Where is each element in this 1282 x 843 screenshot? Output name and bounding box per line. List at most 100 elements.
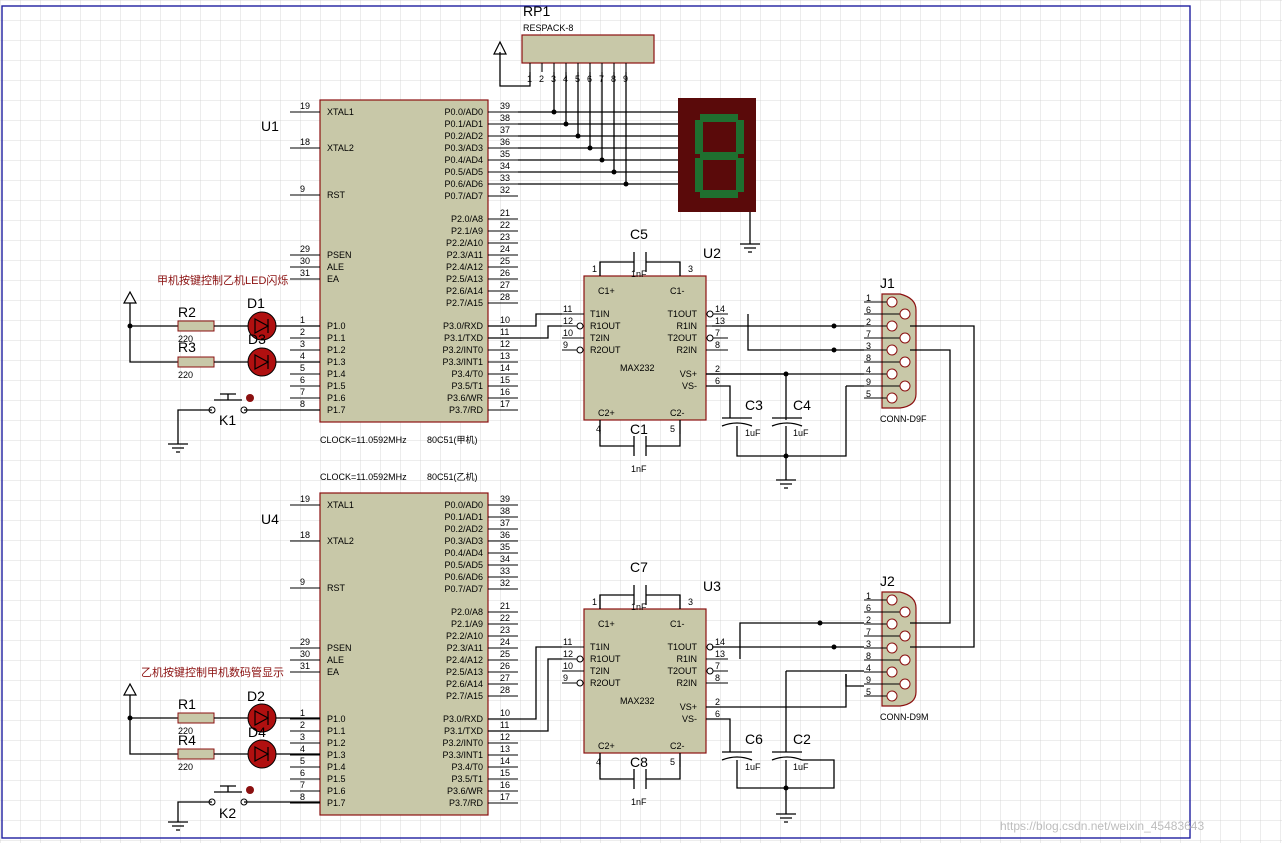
max232-pin-name: C1- (670, 286, 685, 296)
mcu-pin-name: P1.1 (327, 726, 346, 736)
mcu-pin-number: 29 (300, 244, 310, 254)
resistor-r1[interactable] (177, 712, 215, 724)
microcontroller-u4[interactable]: U4 19 XTAL1 18 XTAL2 9 RST 29 PSEN 30 ALE 31 EA 1 P1.0… (261, 492, 518, 816)
junction-dot (783, 785, 789, 791)
inverter-bubble-icon (706, 667, 714, 675)
junction-dot (563, 121, 569, 127)
c3-ref: C3 (745, 397, 763, 413)
max232-pin-number: 8 (715, 673, 720, 683)
mcu-pin-name: XTAL2 (327, 143, 354, 153)
db9-pin-icon (899, 678, 911, 690)
max232-pin-name: C2+ (598, 741, 615, 751)
mcu-pin-number: 5 (300, 363, 305, 373)
led-d3[interactable] (247, 347, 277, 377)
mcu-pin-name: P2.5/A13 (446, 274, 483, 284)
mcu-pin-name: P1.4 (327, 369, 346, 379)
u4-clock: CLOCK=11.0592MHz (320, 472, 407, 482)
mcu-pin-name: P1.1 (327, 333, 346, 343)
mcu-pin-number: 16 (500, 780, 510, 790)
max232-pin-name: VS- (682, 381, 697, 391)
resistor-r3[interactable] (177, 356, 215, 368)
mcu-pin-number: 2 (300, 327, 305, 337)
db9-pin-number: 5 (866, 687, 871, 697)
mcu-pin-name: P3.4/T0 (451, 762, 483, 772)
mcu-pin-name: P1.0 (327, 321, 346, 331)
db9-pin-icon (899, 654, 911, 666)
max232-name: MAX232 (620, 363, 655, 373)
mcu-pin-number: 26 (500, 661, 510, 671)
mcu-pin-name: P0.3/AD3 (444, 536, 483, 546)
r3-value: 220 (178, 370, 193, 380)
db9-pin-number: 2 (866, 317, 871, 327)
mcu-pin-name: EA (327, 667, 339, 677)
db9-pin-icon (899, 332, 911, 344)
mcu-pin-name: PSEN (327, 643, 352, 653)
d4-ref: D4 (248, 724, 266, 740)
mcu-pin-number: 34 (500, 161, 510, 171)
d3-ref: D3 (248, 331, 266, 347)
mcu-pin-name: P0.7/AD7 (444, 584, 483, 594)
junction-dot (599, 157, 605, 163)
mcu-pin-number: 25 (500, 256, 510, 266)
mcu-pin-name: P1.3 (327, 357, 346, 367)
max232-pin-number: 14 (715, 304, 725, 314)
max232-pin-number: 1 (592, 597, 597, 607)
mcu-pin-number: 39 (500, 101, 510, 111)
junction-dot (831, 347, 837, 353)
mcu-pin-number: 6 (300, 375, 305, 385)
max232-pin-name: T1OUT (667, 642, 697, 652)
mcu-pin-number: 22 (500, 220, 510, 230)
mcu-pin-number: 7 (300, 780, 305, 790)
mcu-pin-number: 2 (300, 720, 305, 730)
mcu-pin-number: 30 (300, 256, 310, 266)
mcu-pin-number: 30 (300, 649, 310, 659)
mcu-pin-name: P3.2/INT0 (442, 345, 483, 355)
mcu-pin-number: 33 (500, 173, 510, 183)
junction-dot (831, 644, 837, 650)
rp1-type: RESPACK-8 (523, 23, 573, 33)
max232-pin-number: 10 (563, 328, 573, 338)
mcu-pin-number: 23 (500, 232, 510, 242)
mcu-pin-number: 37 (500, 125, 510, 135)
mcu-pin-number: 29 (300, 637, 310, 647)
r1-ref: R1 (178, 696, 196, 712)
db9-pin-icon (886, 690, 898, 702)
d2-ref: D2 (247, 688, 265, 704)
c4-value: 1uF (793, 428, 809, 438)
resistor-r2[interactable] (177, 320, 215, 332)
mcu-pin-name: P3.3/INT1 (442, 750, 483, 760)
db9-pin-number: 4 (866, 663, 871, 673)
db9-pin-icon (886, 618, 898, 630)
mcu-pin-name: P0.1/AD1 (444, 119, 483, 129)
mcu-pin-name: P2.7/A15 (446, 691, 483, 701)
max232-ref: U2 (703, 245, 721, 261)
resistor-r4[interactable] (177, 748, 215, 760)
max232-pin-name: T2OUT (667, 333, 697, 343)
max232-pin-number: 3 (688, 597, 693, 607)
mcu-pin-name: P1.6 (327, 786, 346, 796)
mcu-pin-number: 13 (500, 351, 510, 361)
mcu-pin-number: 37 (500, 518, 510, 528)
mcu-pin-number: 32 (500, 185, 510, 195)
u4-part: 80C51(乙机) (427, 471, 478, 482)
db9-pin-number: 7 (866, 627, 871, 637)
microcontroller-u1[interactable]: U1 19 XTAL1 18 XTAL2 9 RST 29 PSEN 30 ALE 31 EA 1 P1.0… (261, 99, 518, 423)
r2-ref: R2 (178, 304, 196, 320)
junction-dot (587, 145, 593, 151)
rp1-body (521, 34, 655, 64)
max232-pin-number: 6 (715, 376, 720, 386)
c2-ref: C2 (793, 731, 811, 747)
max232-pin-name: T2OUT (667, 666, 697, 676)
mcu-pin-number: 39 (500, 494, 510, 504)
mcu-pin-name: P3.6/WR (447, 393, 484, 403)
max232-pin-name: C1+ (598, 286, 615, 296)
mcu-pin-name: P2.6/A14 (446, 286, 483, 296)
mcu-pin-number: 7 (300, 387, 305, 397)
led-d4[interactable] (247, 739, 277, 769)
mcu-pin-name: P3.6/WR (447, 786, 484, 796)
max232-pin-number: 12 (563, 649, 573, 659)
mcu-pin-name: P0.7/AD7 (444, 191, 483, 201)
mcu-pin-name: P0.4/AD4 (444, 155, 483, 165)
mcu-pin-number: 26 (500, 268, 510, 278)
mcu-pin-name: P1.2 (327, 345, 346, 355)
